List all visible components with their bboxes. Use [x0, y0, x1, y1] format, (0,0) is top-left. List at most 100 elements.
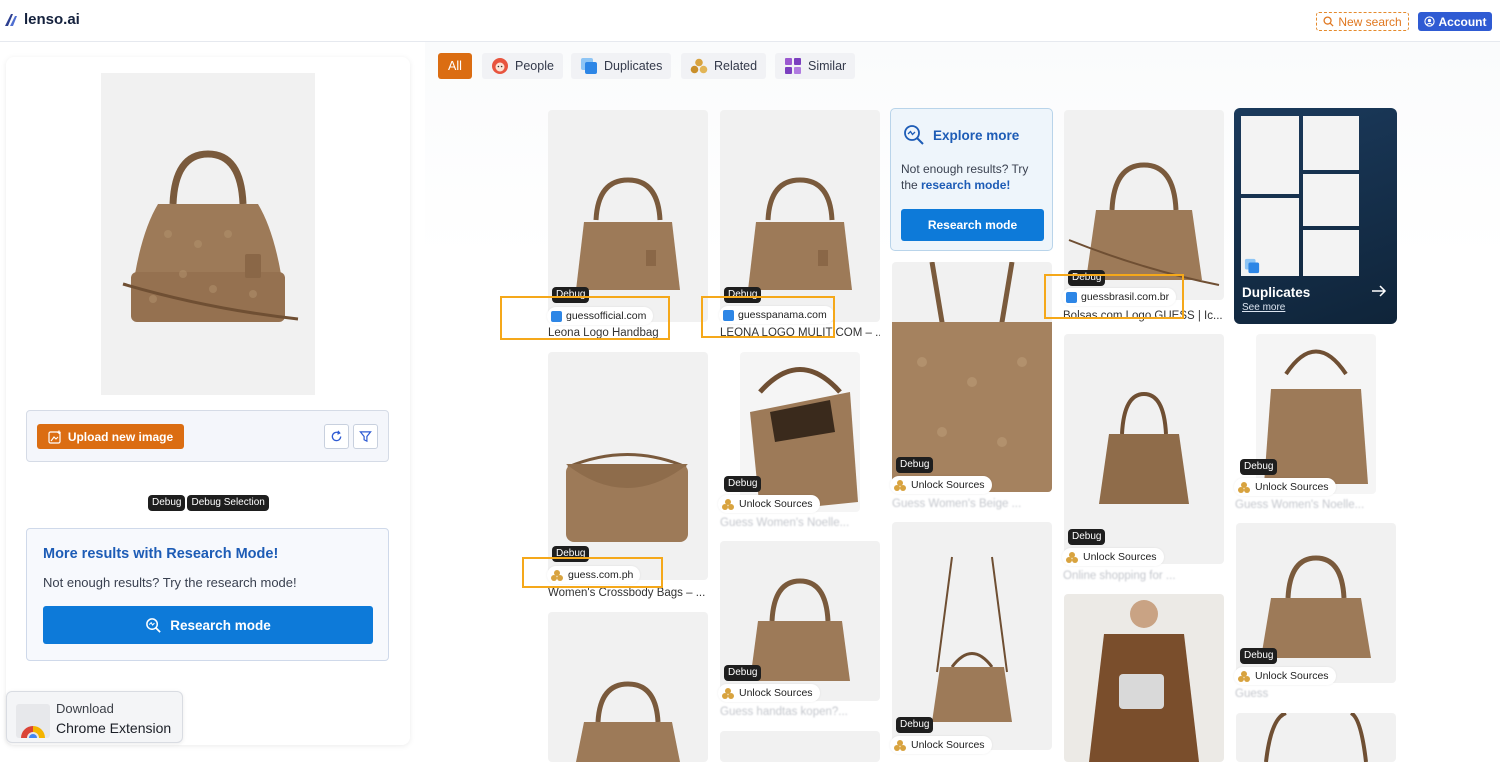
related-source-icon — [1238, 670, 1251, 682]
debug-chip[interactable]: Debug — [896, 717, 934, 733]
related-source-icon — [722, 687, 735, 699]
tab-duplicates[interactable]: Duplicates — [571, 53, 672, 79]
result-thumbnail[interactable] — [1236, 713, 1396, 762]
research-mode-label: Research mode — [170, 617, 271, 633]
unlock-sources-badge[interactable]: Unlock Sources — [718, 495, 820, 513]
arrow-right-icon[interactable] — [1371, 284, 1387, 298]
chrome-extension-label: Chrome Extension — [56, 720, 172, 736]
debug-chips: Debug Debug Selection — [148, 495, 269, 511]
tab-all-label: All — [448, 59, 462, 73]
explore-more-title: Explore more — [933, 128, 1020, 143]
result-title[interactable]: Women's Crossbody Bags – ... — [548, 587, 708, 599]
highlight-box — [500, 296, 670, 340]
highlight-box — [701, 296, 835, 338]
duplicates-icon — [581, 58, 597, 74]
debug-chip[interactable]: Debug — [896, 457, 934, 473]
debug-chip[interactable]: Debug — [724, 476, 762, 492]
unlock-sources-badge[interactable]: Unlock Sources — [1234, 478, 1336, 496]
debug-chip[interactable]: Debug — [724, 665, 762, 681]
account-label: Account — [1438, 14, 1487, 29]
unlock-sources-label: Unlock Sources — [739, 687, 813, 699]
lenso-logo-icon — [5, 13, 17, 26]
result-title[interactable]: Guess handtas kopen?... — [720, 706, 880, 718]
debug-chip[interactable]: Debug — [1240, 459, 1278, 475]
unlock-sources-badge[interactable]: Unlock Sources — [890, 736, 992, 754]
unlock-sources-label: Unlock Sources — [911, 479, 985, 491]
related-source-icon — [1238, 481, 1251, 493]
duplicate-thumb — [1303, 230, 1359, 276]
related-source-icon — [894, 479, 907, 491]
top-bar: lenso.ai New search Account — [0, 0, 1500, 42]
see-more-link[interactable]: See more — [1242, 302, 1285, 313]
unlock-sources-label: Unlock Sources — [739, 498, 813, 510]
duplicates-icon — [1244, 258, 1260, 274]
unlock-sources-label: Unlock Sources — [1255, 481, 1329, 493]
related-source-icon — [894, 739, 907, 751]
unlock-sources-badge[interactable]: Unlock Sources — [890, 476, 992, 494]
tab-duplicates-label: Duplicates — [604, 59, 663, 73]
research-search-icon — [904, 125, 924, 145]
result-title[interactable]: Guess Women's Noelle... — [720, 517, 880, 529]
handbag-image — [122, 150, 299, 322]
explore-more-card: Explore more Not enough results? Try the… — [890, 108, 1053, 251]
duplicates-card-title: Duplicates — [1242, 285, 1311, 300]
tab-similar[interactable]: Similar — [775, 53, 856, 79]
tab-people-label: People — [515, 59, 554, 73]
related-source-icon — [722, 498, 735, 510]
related-icon — [690, 58, 708, 74]
unlock-sources-badge[interactable]: Unlock Sources — [1234, 667, 1336, 685]
result-thumbnail[interactable] — [892, 522, 1052, 750]
unlock-sources-badge[interactable]: Unlock Sources — [718, 684, 820, 702]
query-image — [101, 73, 315, 395]
highlight-box — [522, 557, 663, 588]
refresh-button[interactable] — [324, 424, 349, 449]
research-promo-title: More results with Research Mode! — [43, 546, 279, 562]
filter-button[interactable] — [353, 424, 378, 449]
tab-similar-label: Similar — [808, 59, 847, 73]
result-title[interactable]: Online shopping for ... — [1063, 570, 1223, 582]
result-thumbnail[interactable] — [720, 731, 880, 762]
tab-people[interactable]: People — [482, 53, 563, 79]
chrome-icon — [16, 704, 50, 738]
duplicate-thumb — [1303, 174, 1359, 226]
tab-all[interactable]: All — [438, 53, 472, 79]
result-title[interactable]: Guess — [1235, 688, 1395, 700]
result-thumbnail[interactable] — [548, 612, 708, 762]
chrome-extension-banner[interactable]: Download Chrome Extension — [6, 691, 183, 743]
similar-icon — [785, 58, 801, 74]
research-promo-subtitle: Not enough results? Try the research mod… — [43, 575, 297, 590]
face-icon — [492, 58, 508, 74]
duplicate-thumb — [1303, 116, 1359, 170]
debug-chip[interactable]: Debug — [1068, 529, 1106, 545]
upload-label: Upload new image — [67, 429, 174, 444]
result-title[interactable]: Guess Women's Beige ... — [892, 498, 1052, 510]
new-search-button[interactable]: New search — [1316, 12, 1409, 31]
research-search-icon — [146, 617, 161, 633]
debug-chip[interactable]: Debug — [1240, 648, 1278, 664]
result-thumbnail[interactable] — [1064, 594, 1224, 762]
research-mode-button[interactable]: Research mode — [43, 606, 373, 644]
unlock-sources-label: Unlock Sources — [1083, 551, 1157, 563]
refresh-icon — [331, 430, 342, 442]
result-title[interactable]: Guess Women's Noelle... — [1235, 499, 1395, 511]
duplicate-thumb — [1241, 116, 1299, 194]
research-mode-promo: More results with Research Mode! Not eno… — [26, 528, 389, 661]
unlock-sources-badge[interactable]: Unlock Sources — [1062, 548, 1164, 566]
related-source-icon — [1066, 551, 1079, 563]
search-icon — [1323, 16, 1334, 27]
explore-research-mode-button[interactable]: Research mode — [901, 209, 1044, 241]
debug-chip[interactable]: Debug — [148, 495, 186, 511]
account-button[interactable]: Account — [1418, 12, 1492, 31]
tab-related-label: Related — [714, 59, 758, 73]
explore-more-text: Not enough results? Try the research mod… — [901, 161, 1041, 193]
duplicates-summary-card[interactable]: Duplicates See more — [1234, 108, 1397, 324]
debug-selection-chip[interactable]: Debug Selection — [187, 495, 269, 511]
user-icon — [1423, 16, 1435, 27]
tab-related[interactable]: Related — [681, 53, 767, 79]
highlight-box — [1044, 274, 1184, 319]
upload-new-image-button[interactable]: Upload new image — [37, 424, 184, 449]
explore-text-link[interactable]: research mode! — [921, 178, 1010, 192]
logo[interactable]: lenso.ai — [4, 11, 80, 28]
unlock-sources-label: Unlock Sources — [1255, 670, 1329, 682]
filter-icon — [359, 431, 372, 443]
